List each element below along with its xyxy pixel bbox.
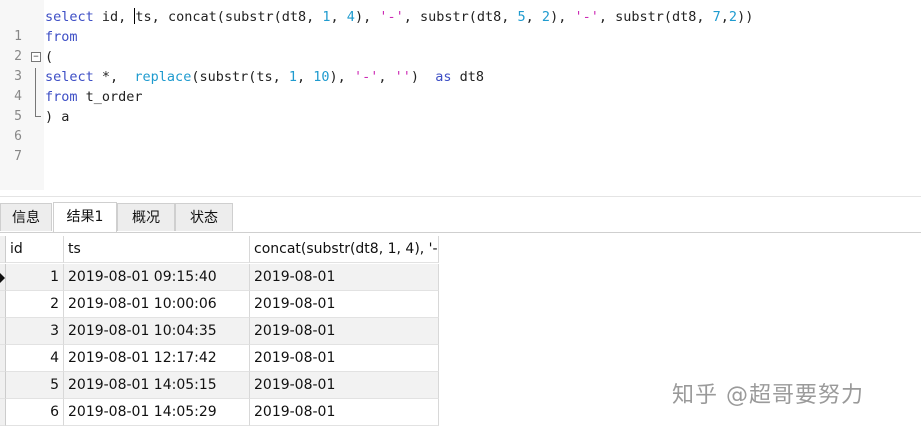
cell-ts[interactable]: 2019-08-01 14:05:29 [64, 399, 250, 426]
cell-ts[interactable]: 2019-08-01 14:05:15 [64, 372, 250, 399]
code-token: ) [410, 69, 436, 85]
code-line-6[interactable]: 6 ) a [0, 107, 921, 144]
code-token: *, [93, 69, 135, 85]
code-token: (substr(dt8, [216, 9, 323, 25]
code-text[interactable]: select id, ts, concat(substr(dt8, 1, 4),… [45, 7, 753, 27]
editor-divider [0, 196, 921, 197]
cell-id[interactable]: 1 [6, 264, 64, 291]
table-row[interactable]: 3 2019-08-01 10:04:35 2019-08-01 [0, 318, 439, 345]
code-token: , [330, 9, 347, 25]
code-line-1[interactable]: 1 select id, ts, concat(substr(dt8, 1, 4… [0, 7, 921, 44]
cell-ts[interactable]: 2019-08-01 09:15:40 [64, 264, 250, 291]
sql-editor[interactable]: 1 select id, ts, concat(substr(dt8, 1, 4… [0, 0, 921, 197]
tab-status[interactable]: 状态 [175, 203, 233, 231]
column-header-ts[interactable]: ts [64, 236, 250, 263]
string-literal: '-' [574, 9, 599, 25]
cell-concat[interactable]: 2019-08-01 [250, 291, 439, 318]
cell-id[interactable]: 2 [6, 291, 64, 318]
cell-id[interactable]: 3 [6, 318, 64, 345]
string-literal: '' [394, 69, 411, 85]
code-text[interactable]: ) a [45, 107, 69, 127]
code-token: , [297, 69, 314, 85]
column-header-id[interactable]: id [6, 236, 64, 263]
table-row[interactable]: 1 2019-08-01 09:15:40 2019-08-01 [0, 264, 439, 291]
cell-concat[interactable]: 2019-08-01 [250, 318, 439, 345]
number-literal: 1 [288, 69, 298, 85]
number-literal: 10 [313, 69, 330, 85]
function-concat: concat [167, 9, 217, 25]
code-token: id, [93, 9, 135, 25]
column-header-concat[interactable]: concat(substr(dt8, 1, 4), '- [250, 236, 439, 263]
code-token: , [720, 9, 729, 25]
cell-id[interactable]: 5 [6, 372, 64, 399]
code-token: ( [45, 49, 54, 65]
code-token: ts, [135, 9, 168, 25]
code-token: , [378, 69, 395, 85]
number-literal: 1 [322, 9, 331, 25]
cell-concat[interactable]: 2019-08-01 [250, 264, 439, 291]
number-literal: 5 [517, 9, 526, 25]
code-text[interactable]: select *, replace(substr(ts, 1, 10), '-'… [45, 67, 484, 87]
code-line-4[interactable]: 4 select *, replace(substr(ts, 1, 10), '… [0, 67, 921, 104]
cell-ts[interactable]: 2019-08-01 10:04:35 [64, 318, 250, 345]
code-token: ), [550, 9, 575, 25]
keyword-from: from [45, 29, 78, 45]
table-row[interactable]: 5 2019-08-01 14:05:15 2019-08-01 [0, 372, 439, 399]
code-token: )) [737, 9, 754, 25]
table-row[interactable]: 2 2019-08-01 10:00:06 2019-08-01 [0, 291, 439, 318]
current-row-arrow-icon [0, 273, 5, 283]
code-token: t_order [77, 89, 143, 105]
cell-ts[interactable]: 2019-08-01 10:00:06 [64, 291, 250, 318]
tab-result-1[interactable]: 结果1 [53, 202, 117, 232]
code-text[interactable]: from [45, 27, 78, 47]
result-tab-bar: 信息 结果1 概况 状态 [0, 201, 921, 233]
string-literal: '-' [353, 69, 379, 85]
code-token: ) a [45, 109, 70, 125]
code-text[interactable]: ( [45, 47, 53, 67]
function-replace: replace [134, 69, 192, 85]
code-line-5[interactable]: 5 from t_order [0, 87, 921, 124]
number-literal: 2 [728, 9, 738, 25]
cell-concat[interactable]: 2019-08-01 [250, 372, 439, 399]
code-token: ), [354, 9, 380, 25]
keyword-select: select [45, 9, 94, 25]
keyword-from: from [45, 89, 78, 105]
code-line-7[interactable]: 7 [0, 127, 921, 164]
number-literal: 2 [541, 9, 551, 25]
number-literal: 4 [346, 9, 355, 25]
code-token: , substr(dt8, [403, 9, 518, 25]
grid-header-row: id ts concat(substr(dt8, 1, 4), '- [0, 236, 439, 263]
code-token: dt8 [451, 69, 485, 85]
tab-profile[interactable]: 概况 [117, 203, 175, 231]
keyword-as: as [435, 69, 452, 85]
code-text[interactable]: from t_order [45, 87, 143, 107]
cell-ts[interactable]: 2019-08-01 12:17:42 [64, 345, 250, 372]
table-row[interactable]: 6 2019-08-01 14:05:29 2019-08-01 [0, 399, 439, 426]
code-token: (substr(ts, [191, 69, 289, 85]
code-token: , [525, 9, 542, 25]
line-number: 7 [14, 149, 22, 164]
cell-concat[interactable]: 2019-08-01 [250, 399, 439, 426]
cell-id[interactable]: 6 [6, 399, 64, 426]
code-token: ), [329, 69, 354, 85]
code-token: , substr(dt8, [598, 9, 713, 25]
watermark-text: 知乎 @超哥要努力 [672, 383, 864, 408]
cell-id[interactable]: 4 [6, 345, 64, 372]
number-literal: 7 [712, 9, 721, 25]
string-literal: '-' [379, 9, 404, 25]
cell-concat[interactable]: 2019-08-01 [250, 345, 439, 372]
table-row[interactable]: 4 2019-08-01 12:17:42 2019-08-01 [0, 345, 439, 372]
code-line-2[interactable]: 2 from [0, 27, 921, 64]
code-line-3[interactable]: 3 − ( [0, 47, 921, 84]
fold-toggle-icon[interactable]: − [31, 52, 41, 62]
keyword-select: select [45, 69, 94, 85]
tab-info[interactable]: 信息 [0, 203, 52, 231]
